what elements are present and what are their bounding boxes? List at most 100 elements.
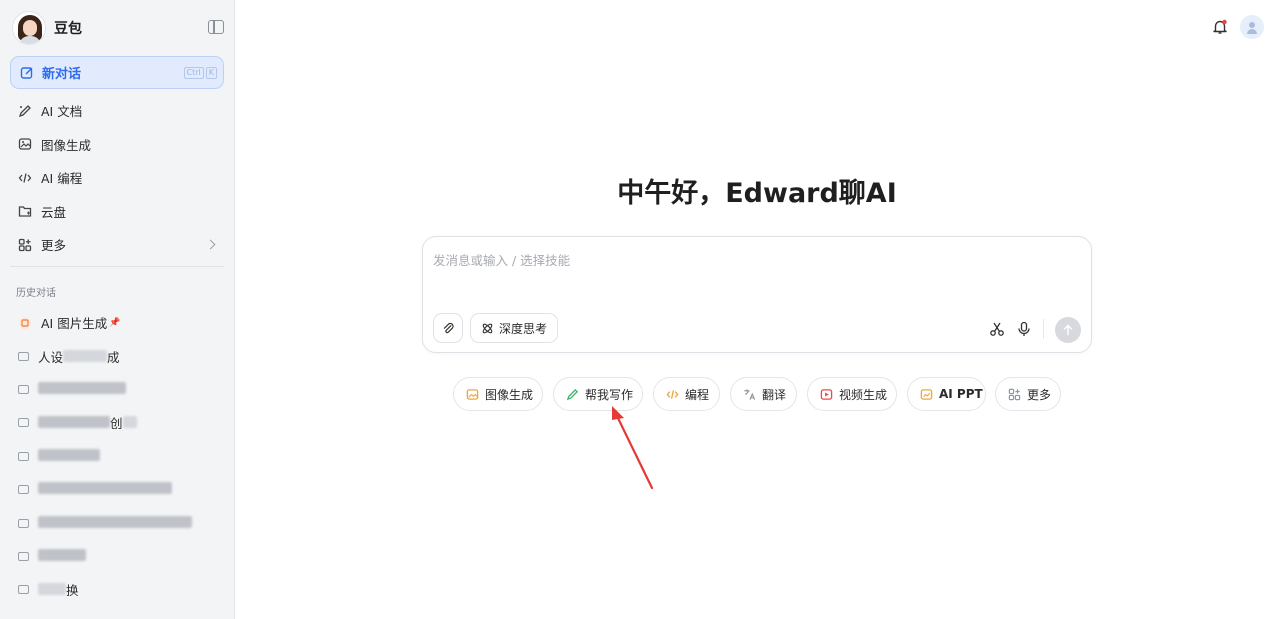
history-item[interactable] [10,506,224,539]
user-avatar[interactable] [1240,15,1264,39]
skill-more[interactable]: 更多 [995,377,1061,411]
image-icon [18,138,32,150]
sidebar-item-label: 图像生成 [41,137,92,153]
skill-label: 更多 [1027,387,1052,402]
redacted-text [38,583,66,596]
history-item[interactable] [10,540,224,573]
history-item-label-prefix: 人设 [38,349,64,365]
skill-label: 视频生成 [839,387,888,402]
chat-icon [18,418,29,428]
sidebar-item-ai-docs[interactable]: AI 文档 [10,94,224,128]
chat-icon [18,518,29,528]
skill-image-gen[interactable]: 图像生成 [453,377,543,411]
history-item-label [38,515,192,531]
new-chat-button[interactable]: 新对话 Ctrl K [10,56,224,89]
history-item[interactable]: 创 [10,406,224,439]
scissors-icon[interactable] [989,321,1005,337]
history-item[interactable] [10,440,224,473]
pen-icon [18,104,31,117]
skill-label: 编程 [685,387,710,402]
sidebar-divider [10,266,224,267]
shortcut-key-ctrl: Ctrl [183,67,204,79]
chat-icon [18,585,29,595]
redacted-text [38,448,100,461]
skill-label: 翻译 [762,387,787,402]
sidebar-item-ai-code[interactable]: AI 编程 [10,161,224,195]
redacted-text [38,482,172,495]
ppt-icon [920,388,933,400]
pin-icon: 📌 [109,317,121,328]
chat-icon [18,351,29,361]
skill-coding[interactable]: 编程 [653,377,720,411]
history-item-label: AI 图片生成 [41,316,108,332]
shortcut-hint: Ctrl K [183,67,217,79]
grid-icon [1008,388,1021,400]
app-name: 豆包 [54,21,82,37]
shortcut-key-k: K [205,67,217,79]
history-item-label-suffix: 换 [66,583,79,599]
message-composer[interactable]: 发消息或输入 / 选择技能 深度思考 [422,236,1092,353]
code-icon [18,173,32,183]
deep-think-label: 深度思考 [499,321,548,336]
skill-ai-ppt[interactable]: AI PPT [907,377,986,411]
message-input[interactable]: 发消息或输入 / 选择技能 [433,250,570,269]
image-icon [466,388,479,400]
video-icon [820,388,833,400]
microphone-icon[interactable] [1016,321,1032,337]
redacted-text [38,515,192,528]
history-list: AI 图片生成 📌 人设 成 创 换 [10,306,224,607]
chat-icon [18,451,29,461]
image-gen-app-icon [19,316,31,329]
sidebar-item-more[interactable]: 更多 [10,228,224,262]
skill-label: 图像生成 [485,387,534,402]
new-chat-icon [20,66,33,79]
paperclip-icon [443,322,454,333]
atom-icon [482,323,493,333]
skill-translate[interactable]: 翻译 [730,377,797,411]
history-item-label [38,548,86,564]
history-item[interactable]: 换 [10,573,224,606]
sidebar: 豆包 新对话 Ctrl K AI 文档 图像生成 AI 编程 云盘 更多 历史对… [0,0,235,619]
sidebar-nav: AI 文档 图像生成 AI 编程 云盘 更多 [10,94,224,262]
history-item[interactable]: AI 图片生成 📌 [10,306,224,339]
notification-bell-icon[interactable] [1212,19,1228,35]
sidebar-item-label: 云盘 [41,204,67,220]
history-item-label [38,482,172,497]
annotation-arrow-icon [612,406,654,490]
sidebar-item-image-gen[interactable]: 图像生成 [10,128,224,162]
translate-icon [744,388,756,400]
sidebar-item-label: AI 文档 [41,104,83,120]
skill-video-gen[interactable]: 视频生成 [807,377,897,411]
history-item-label-suffix: 成 [107,349,120,365]
redacted-text [63,349,108,362]
sidebar-toggle-icon[interactable] [208,20,224,34]
deep-think-button[interactable]: 深度思考 [470,313,559,343]
history-item-label: 人设 成 [38,347,120,366]
toolbar-separator [1043,319,1044,339]
greeting-title: 中午好，Edward聊AI [617,178,897,209]
sidebar-item-cloud-drive[interactable]: 云盘 [10,195,224,229]
arrow-up-icon [1063,324,1073,336]
sidebar-item-label: 更多 [41,238,67,254]
history-item[interactable]: 人设 成 [10,339,224,372]
history-item-label: 创 [38,413,137,432]
redacted-text [38,548,86,561]
history-item-label: 换 [38,580,79,599]
history-item[interactable] [10,473,224,506]
skill-label: AI PPT [939,387,983,401]
chat-icon [18,551,29,561]
new-chat-label: 新对话 [42,67,82,82]
history-title: 历史对话 [16,288,56,299]
history-item-label [38,448,100,464]
doubao-avatar [12,11,46,45]
redacted-text [122,416,137,429]
attach-button[interactable] [433,313,463,343]
sidebar-item-label: AI 编程 [41,171,83,187]
send-button[interactable] [1055,317,1081,343]
pen-icon [566,388,579,400]
chat-icon [18,485,29,495]
redacted-text [38,416,110,429]
brand[interactable]: 豆包 [12,10,224,46]
cloud-drive-icon [18,206,32,217]
code-icon [666,389,679,399]
